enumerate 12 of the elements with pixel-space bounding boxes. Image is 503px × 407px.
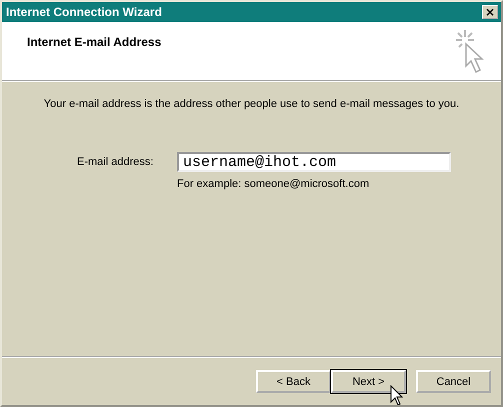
wizard-button[interactable]: Next > xyxy=(331,370,406,393)
sparkle-cursor-icon xyxy=(455,28,487,74)
wizard-button[interactable]: < Back xyxy=(256,370,331,393)
field-label: E-mail address: xyxy=(77,156,154,168)
page-title: Internet E-mail Address xyxy=(27,35,162,51)
email-field[interactable]: username@ihot.com xyxy=(177,152,451,172)
intro-text: Your e-mail address is the address other people use to send e-mail messages to you. xyxy=(42,98,460,110)
window-title: Internet Connection Wizard xyxy=(6,5,162,19)
wizard-button[interactable]: Cancel xyxy=(416,370,491,393)
example-text: For example: someone@microsoft.com xyxy=(177,178,370,190)
mouse-cursor-icon xyxy=(390,385,404,405)
close-button[interactable]: × xyxy=(482,5,498,19)
